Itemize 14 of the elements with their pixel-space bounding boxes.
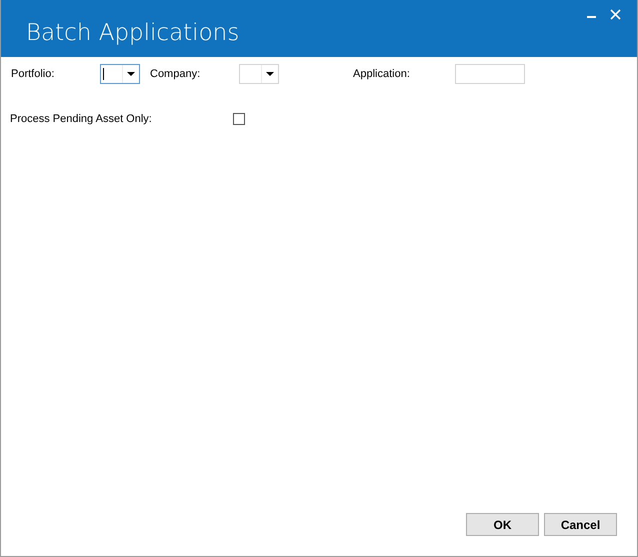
checkbox-label: Process Pending Asset Only:: [10, 113, 153, 125]
field-label: Portfolio:: [11, 68, 56, 80]
dropdown-field[interactable]: [239, 64, 279, 84]
window-title: Batch Applications: [26, 20, 240, 46]
input-field[interactable]: [455, 64, 525, 84]
field-label: Company:: [150, 68, 202, 80]
field-label: Application:: [353, 68, 411, 80]
dropdown-field[interactable]: [100, 64, 140, 84]
checkbox[interactable]: [233, 113, 245, 125]
caret-icon: [127, 72, 135, 76]
cancel-button[interactable]: Cancel: [544, 513, 617, 536]
close-icon[interactable]: [610, 9, 621, 20]
ok-button[interactable]: OK: [466, 513, 539, 536]
caret-icon: [266, 72, 274, 76]
